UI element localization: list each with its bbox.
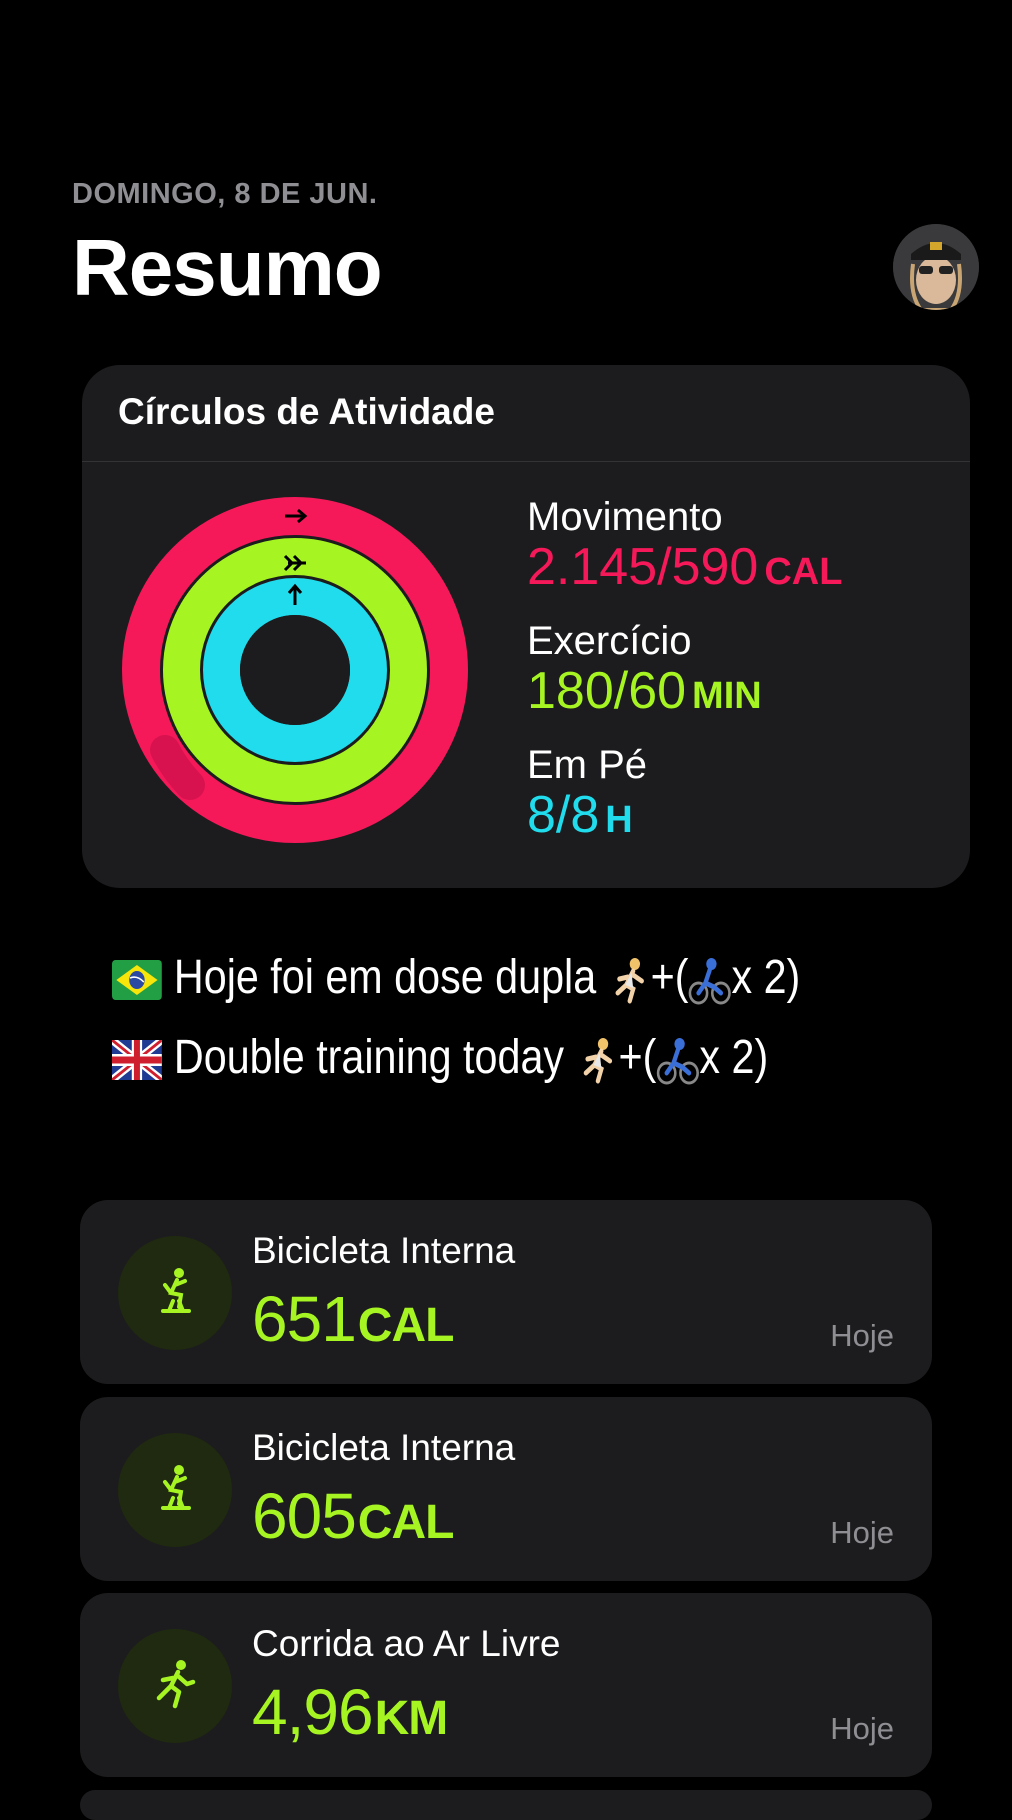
- workout-unit: CAL: [357, 1496, 455, 1549]
- workout-row[interactable]: Bicicleta Interna 651CAL Hoje: [80, 1200, 932, 1384]
- activity-rings-card[interactable]: Círculos de Atividade Movimento 2.145/59…: [82, 365, 970, 888]
- move-metric: Movimento 2.145/590 CAL: [527, 495, 842, 619]
- workout-unit: KM: [374, 1692, 449, 1745]
- uk-flag-icon: [112, 1040, 162, 1081]
- cyclist-emoji-icon: [688, 958, 732, 1005]
- caption-text-2: Double training today: [173, 1031, 565, 1084]
- brazil-flag-icon: [112, 960, 162, 1001]
- header-date: DOMINGO, 8 DE JUN.: [72, 178, 378, 210]
- workout-date: Hoje: [830, 1711, 894, 1746]
- workout-name: Corrida ao Ar Livre: [252, 1623, 561, 1664]
- workout-row[interactable]: Corrida ao Ar Livre 4,96KM Hoje: [80, 1593, 932, 1777]
- stand-value: 8/8: [527, 786, 600, 844]
- workout-date: Hoje: [830, 1515, 894, 1550]
- exercise-metric: Exercício 180/60 MIN: [527, 619, 842, 743]
- indoor-cycle-icon: [118, 1236, 232, 1350]
- exercise-label: Exercício: [527, 619, 692, 663]
- workout-row-partial[interactable]: [80, 1790, 932, 1820]
- caption-plus-1: +(: [650, 951, 689, 1004]
- caption-line-english: Double training today +( x 2): [112, 1030, 768, 1085]
- workout-row[interactable]: Bicicleta Interna 605CAL Hoje: [80, 1397, 932, 1581]
- move-label: Movimento: [527, 495, 723, 539]
- caption-text-1: Hoje foi em dose dupla: [173, 951, 597, 1004]
- runner-emoji-icon: [615, 958, 645, 1004]
- exercise-unit: MIN: [692, 675, 762, 717]
- exercise-value: 180/60: [527, 662, 687, 720]
- activity-metrics: Movimento 2.145/590 CAL Exercício 180/60 M…: [527, 495, 842, 867]
- workout-value: 4,96: [252, 1676, 374, 1748]
- move-value: 2.145/590: [527, 538, 759, 596]
- caption-multiplier-2: x 2): [699, 1031, 769, 1084]
- runner-emoji-icon: [583, 1038, 613, 1084]
- stand-metric: Em Pé 8/8 H: [527, 743, 842, 867]
- workout-date: Hoje: [830, 1318, 894, 1353]
- workout-value: 651: [252, 1283, 357, 1355]
- outdoor-run-icon: [118, 1629, 232, 1743]
- avatar[interactable]: [893, 224, 979, 310]
- stand-label: Em Pé: [527, 743, 648, 787]
- workout-name: Bicicleta Interna: [252, 1427, 516, 1468]
- caption-plus-2: +(: [618, 1031, 657, 1084]
- caption-line-portuguese: Hoje foi em dose dupla +( x 2): [112, 950, 800, 1005]
- workout-value: 605: [252, 1480, 357, 1552]
- activity-rings: [122, 497, 468, 843]
- stand-unit: H: [605, 799, 633, 841]
- workout-unit: CAL: [357, 1299, 455, 1352]
- page-title: Resumo: [72, 223, 383, 312]
- caption-multiplier-1: x 2): [731, 951, 801, 1004]
- card-divider: [82, 461, 970, 462]
- indoor-cycle-icon: [118, 1433, 232, 1547]
- move-unit: CAL: [764, 551, 843, 593]
- cyclist-emoji-icon: [656, 1038, 699, 1085]
- workout-name: Bicicleta Interna: [252, 1230, 516, 1271]
- activity-card-title: Círculos de Atividade: [118, 391, 495, 432]
